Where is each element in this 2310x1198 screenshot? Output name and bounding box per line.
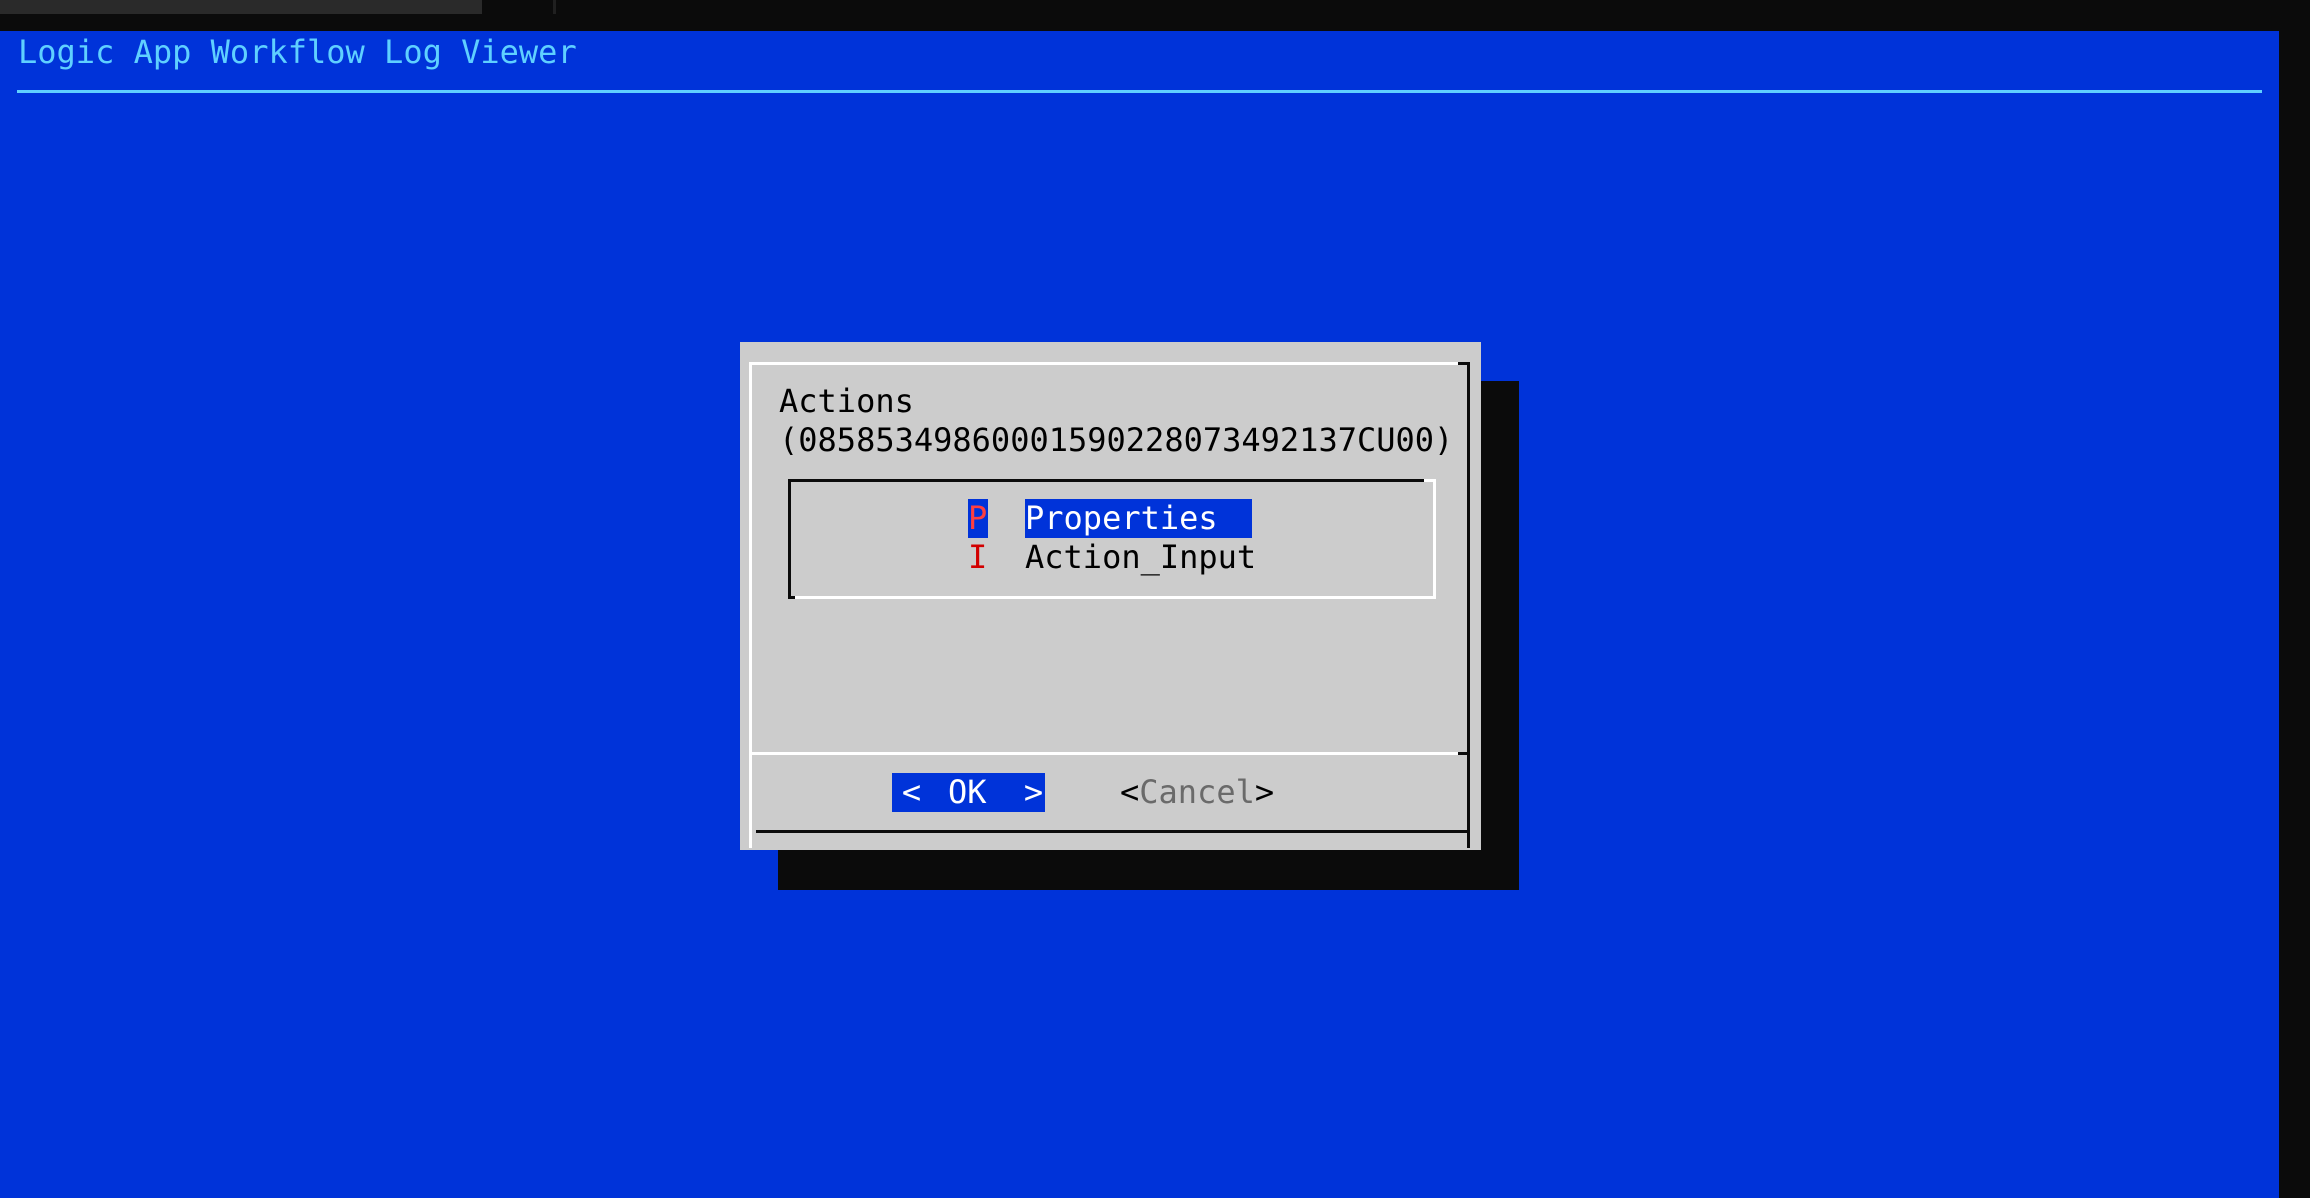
cancel-button-label: Cancel <box>1139 773 1255 811</box>
menu-item-hotkey: I <box>968 538 988 576</box>
terminal-tab[interactable] <box>0 0 482 14</box>
menu-box-right <box>1433 479 1436 599</box>
button-separator-tee <box>1458 752 1470 755</box>
dialog-frame-top <box>749 362 1467 365</box>
dialog-frame-right <box>1467 362 1470 848</box>
menu-box-left <box>788 479 791 599</box>
terminal-scrollbar-gutter[interactable] <box>2279 31 2310 1198</box>
dialog-title-line2: (08585349860001590228073492137CU00) <box>779 421 1454 459</box>
dialog-title-line1: Actions <box>779 382 914 420</box>
menu-box-bottom <box>795 596 1436 599</box>
ok-button[interactable]: < OK > <box>892 773 1045 812</box>
menu-box-top <box>788 479 1424 482</box>
backtitle-divider <box>17 90 2262 93</box>
terminal-tab-strip <box>0 0 2310 31</box>
dialog-frame-bottom <box>756 830 1470 833</box>
menu-item-label: Properties <box>1025 499 1252 538</box>
button-area-separator <box>752 752 1462 755</box>
dialog-frame-left <box>749 362 752 848</box>
dialog-title: Actions (08585349860001590228073492137CU… <box>779 382 1453 460</box>
menu-item-properties[interactable]: P Properties <box>968 499 1258 538</box>
menu-item-label: Action_Input <box>1025 538 1257 576</box>
menu-item-action-input[interactable]: I Action_Input <box>968 538 1258 577</box>
actions-dialog: Actions (08585349860001590228073492137CU… <box>740 342 1481 850</box>
ok-button-left-bracket: < <box>901 773 922 811</box>
menu-item-hotkey: P <box>968 499 988 538</box>
ok-button-right-bracket: > <box>1023 773 1044 811</box>
cancel-button-left-bracket: < <box>1120 773 1140 811</box>
tab-separator <box>553 0 556 14</box>
ok-button-label: OK <box>948 773 987 811</box>
cancel-button-right-bracket: > <box>1254 773 1275 811</box>
cancel-button[interactable]: <Cancel> <box>1120 773 1274 812</box>
backtitle: Logic App Workflow Log Viewer <box>18 33 577 71</box>
